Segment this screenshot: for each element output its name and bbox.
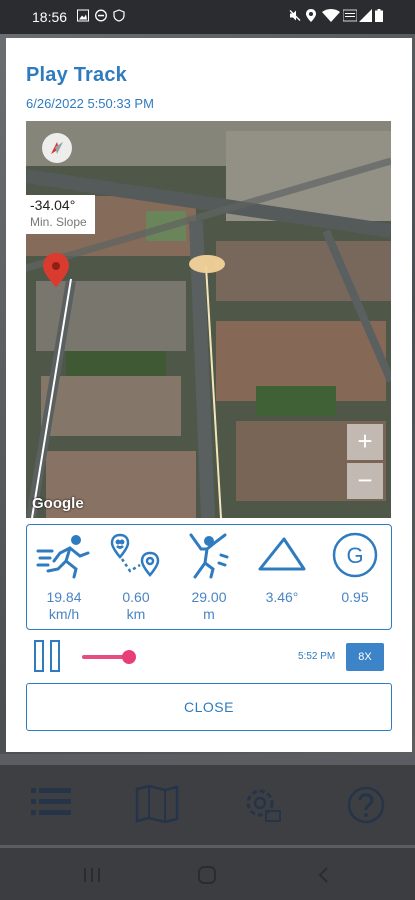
- slope-value: -34.04°: [30, 197, 76, 213]
- map-icon[interactable]: [135, 785, 179, 823]
- playback-time: 5:52 PM: [298, 651, 336, 662]
- svg-text:G: G: [346, 543, 363, 568]
- bottom-navigation: [0, 765, 415, 845]
- stat-elevation: 29.00 m: [173, 531, 245, 622]
- status-bar: 18:56: [0, 0, 415, 34]
- volte-icon: [343, 9, 357, 22]
- track-stats-panel: 19.84 km/h 0.60 km 29.00 m 3.46° G 0.95: [26, 524, 392, 630]
- mute-icon: [289, 10, 301, 21]
- dnd-icon: [95, 9, 107, 22]
- stat-speed: 19.84 km/h: [28, 531, 100, 622]
- shield-icon: [113, 9, 125, 22]
- slope-info-label: -34.04° Min. Slope: [26, 195, 95, 234]
- image-icon: [77, 9, 89, 22]
- google-attribution: Google: [32, 495, 84, 512]
- zoom-in-button[interactable]: +: [347, 424, 383, 460]
- close-button[interactable]: CLOSE: [26, 683, 392, 731]
- stat-gforce: G 0.95: [319, 531, 391, 605]
- recents-icon[interactable]: [83, 867, 101, 883]
- elevation-value: 29.00 m: [191, 589, 227, 622]
- pause-button[interactable]: [34, 640, 60, 672]
- route-distance-icon: [110, 533, 160, 577]
- slope-caption: Min. Slope: [30, 215, 87, 229]
- stat-distance: 0.60 km: [100, 531, 172, 622]
- g-force-icon: G: [332, 532, 378, 578]
- distance-value: 0.60 km: [122, 589, 150, 622]
- menu-list-icon[interactable]: [31, 785, 71, 819]
- dialog-title: Play Track: [26, 64, 127, 86]
- settings-gear-icon[interactable]: [240, 785, 284, 825]
- battery-icon: [375, 9, 383, 22]
- wifi-icon: [322, 9, 340, 22]
- map-view[interactable]: -34.04° Min. Slope + − Google: [26, 121, 391, 518]
- zoom-out-button[interactable]: −: [347, 463, 383, 499]
- speed-value: 19.84 km/h: [46, 589, 82, 622]
- signal-icon: [359, 9, 372, 22]
- gforce-value: 0.95: [341, 589, 369, 605]
- stat-slope: 3.46°: [246, 531, 318, 605]
- compass-icon[interactable]: [42, 133, 72, 163]
- playback-controls: 5:52 PM 8X: [26, 638, 390, 678]
- status-time: 18:56: [32, 9, 68, 25]
- play-track-dialog: Play Track 6/26/2022 5:50:33 PM -34.04° …: [6, 38, 412, 752]
- home-icon[interactable]: [198, 866, 216, 884]
- climber-icon: [189, 533, 229, 579]
- help-icon[interactable]: [346, 785, 386, 825]
- playback-progress-knob[interactable]: [122, 650, 136, 664]
- running-icon: [36, 535, 90, 579]
- slope-triangle-icon: [258, 537, 306, 571]
- satellite-map-image: [26, 121, 391, 518]
- playback-speed-button[interactable]: 8X: [346, 643, 384, 671]
- back-icon[interactable]: [317, 867, 329, 883]
- location-icon: [306, 9, 316, 22]
- system-navigation-bar: [0, 848, 415, 900]
- slope-stat-value: 3.46°: [265, 589, 299, 605]
- track-date: 6/26/2022 5:50:33 PM: [26, 96, 154, 111]
